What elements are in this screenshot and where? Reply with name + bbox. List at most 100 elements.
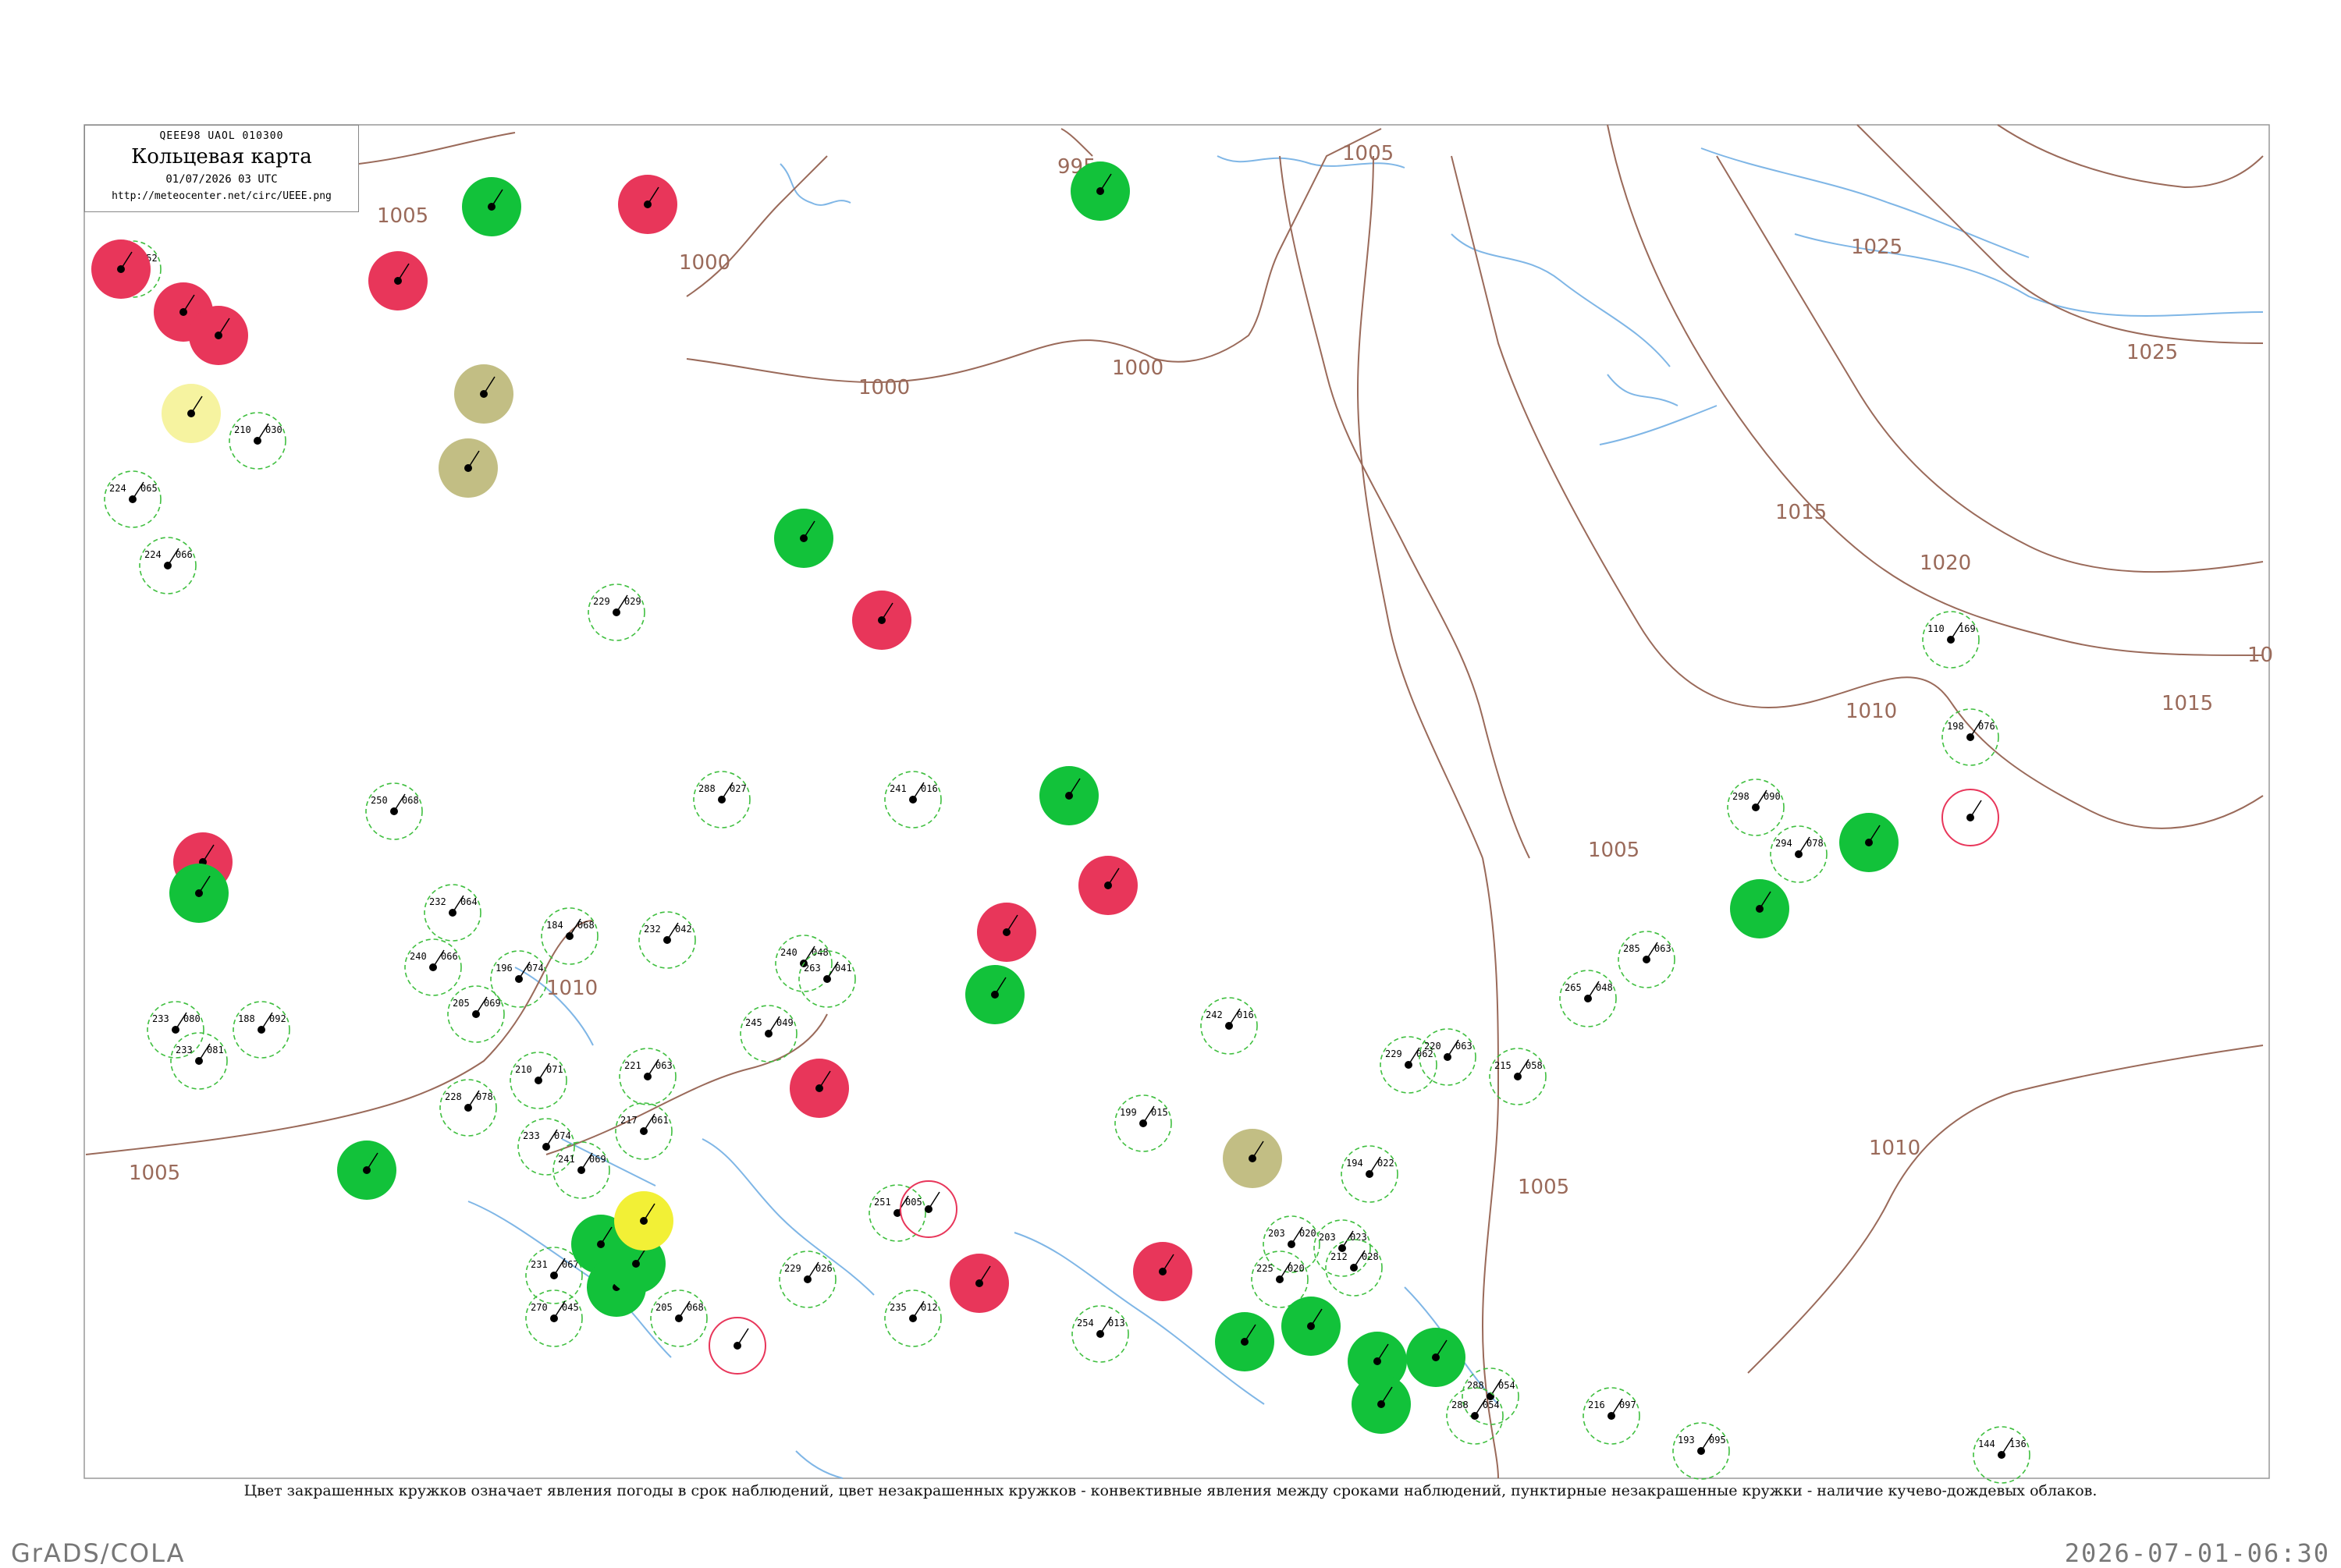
station-temp: 288 [1467, 1380, 1484, 1391]
station-pressure: 071 [546, 1064, 563, 1075]
station-pressure: 097 [1619, 1399, 1636, 1410]
isobar-label: 1020 [1920, 552, 1971, 575]
station-temp: 224 [109, 483, 126, 494]
isobar-label: 1000 [1112, 357, 1163, 380]
station-pressure: 045 [562, 1302, 579, 1313]
isobar-label: 1025 [1851, 236, 1902, 259]
station-green-81 [1730, 879, 1789, 938]
station-pressure: 026 [815, 1263, 833, 1274]
isobar-label: 1005 [1588, 839, 1639, 862]
station-pressure: 030 [265, 424, 282, 435]
station-temp: 203 [1268, 1228, 1285, 1239]
station-temp: 188 [238, 1013, 255, 1024]
station-pressure: 048 [812, 947, 829, 958]
station-pressure: 054 [1483, 1399, 1500, 1410]
station-temp: 196 [496, 963, 513, 974]
station-temp: 110 [1927, 623, 1945, 634]
station-pressure: 076 [1978, 721, 1995, 732]
station-pressure: 063 [1654, 943, 1671, 954]
station-red-56 [189, 306, 248, 365]
station-temp: 205 [655, 1302, 673, 1313]
station-temp: 193 [1678, 1435, 1695, 1446]
station-pressure: 078 [476, 1091, 493, 1102]
station-temp: 215 [1494, 1060, 1512, 1071]
station-pressure: 136 [2009, 1439, 2027, 1449]
station-temp: 285 [1623, 943, 1640, 954]
isobar-label: 1000 [679, 251, 730, 275]
map-caption: Цвет закрашенных кружков означает явлени… [243, 1482, 2098, 1499]
station-temp: 288 [1451, 1399, 1469, 1410]
isobar-label: 1005 [1518, 1176, 1569, 1199]
station-green-71 [169, 864, 229, 923]
station-temp: 241 [558, 1154, 575, 1165]
isobar-label: 1005 [129, 1162, 180, 1185]
map-title: Кольцевая карта [131, 145, 312, 169]
footer-timestamp: 2026-07-01-06:30 [2064, 1538, 2330, 1568]
station-temp: 298 [1732, 791, 1750, 802]
map-url[interactable]: http://meteocenter.net/circ/UEEE.png [85, 190, 358, 202]
station-pressure: 066 [176, 549, 193, 560]
station-red-64 [1133, 1242, 1192, 1301]
station-temp: 221 [624, 1060, 641, 1071]
station-temp: 250 [371, 795, 388, 806]
isobar-label: 1010 [546, 977, 598, 1000]
station-temp: 235 [890, 1302, 907, 1313]
station-green-82 [1839, 813, 1899, 872]
station-temp: 233 [176, 1045, 193, 1055]
station-yellow-86 [614, 1191, 673, 1250]
station-pressure: 074 [554, 1130, 571, 1141]
station-green-76 [1215, 1312, 1274, 1371]
station-green-67 [1071, 161, 1130, 221]
isobar-label: 10 [2247, 644, 2273, 667]
isobar-label: 1010 [1869, 1137, 1920, 1160]
map-header: QEEE98 UAOL 010300 Кольцевая карта 01/07… [84, 125, 359, 212]
station-green-72 [337, 1141, 396, 1200]
station-temp: 232 [429, 896, 446, 907]
station-temp: 217 [620, 1115, 638, 1126]
station-temp: 288 [698, 783, 716, 794]
station-green-70 [965, 965, 1025, 1024]
station-temp: 229 [784, 1263, 801, 1274]
station-pressure: 092 [269, 1013, 286, 1024]
isobar-label: 1015 [1775, 501, 1827, 524]
station-pressure: 016 [1237, 1009, 1254, 1020]
station-temp: 205 [453, 998, 470, 1009]
station-pressure: 058 [1526, 1060, 1543, 1071]
station-pressure: 029 [624, 596, 641, 607]
station-temp: 203 [1319, 1232, 1336, 1243]
station-pressure: 015 [1151, 1107, 1168, 1118]
isobar-label: 1005 [377, 204, 428, 228]
station-pressure: 063 [655, 1060, 673, 1071]
station-temp: 229 [1385, 1048, 1402, 1059]
station-green-77 [1281, 1297, 1341, 1356]
station-red-54 [91, 239, 151, 299]
station-pressure: 068 [687, 1302, 704, 1313]
station-temp: 242 [1206, 1009, 1223, 1020]
station-temp: 216 [1588, 1399, 1605, 1410]
station-pressure: 069 [589, 1154, 606, 1165]
station-temp: 240 [780, 947, 798, 958]
station-pressure: 020 [1299, 1228, 1316, 1239]
station-pressure: 078 [1806, 838, 1824, 849]
station-green-79 [1352, 1375, 1411, 1434]
station-red-61 [1078, 856, 1138, 915]
station-pressure: 005 [905, 1197, 922, 1208]
station-temp: 210 [515, 1064, 532, 1075]
station-temp: 231 [531, 1259, 548, 1270]
footer-credit: GrADS/COLA [11, 1538, 186, 1568]
station-paleyellow-87 [162, 384, 221, 443]
station-pressure: 063 [1455, 1041, 1472, 1052]
station-temp: 199 [1120, 1107, 1137, 1118]
station-pressure: 054 [1498, 1380, 1515, 1391]
station-red-57 [368, 251, 428, 310]
station-temp: 233 [152, 1013, 169, 1024]
station-temp: 184 [546, 920, 563, 931]
station-olive-85 [1223, 1129, 1282, 1188]
station-temp: 229 [593, 596, 610, 607]
station-pressure: 065 [140, 483, 158, 494]
station-temp: 241 [890, 783, 907, 794]
station-red-60 [977, 903, 1036, 962]
isobar-label: 1010 [1845, 700, 1897, 723]
station-pressure: 027 [730, 783, 747, 794]
station-temp: 198 [1947, 721, 1964, 732]
